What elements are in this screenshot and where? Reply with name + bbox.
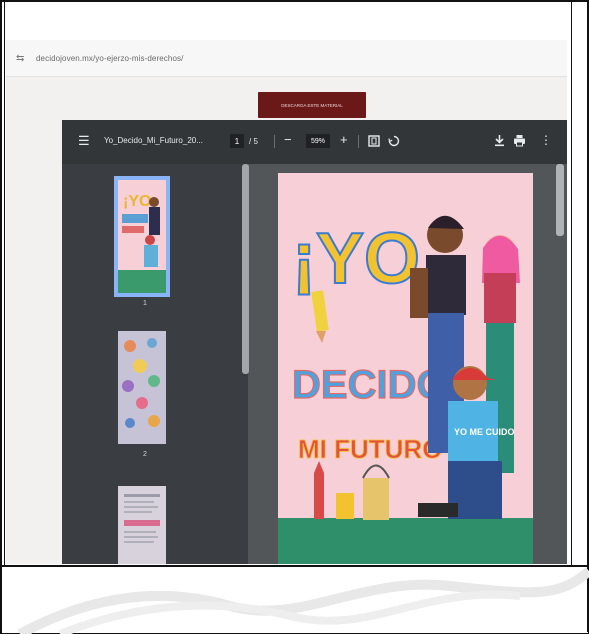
pdf-viewer: ☰ Yo_Decido_Mi_Futuro_20... 1 / 5 − 59% … (62, 120, 567, 564)
site-info-icon[interactable]: ⇆ (16, 53, 24, 64)
toolbar-divider (274, 135, 275, 148)
shirt-text: YO ME CUIDO (454, 427, 515, 437)
thumbnail-sidebar: ¡YO 1 2 (62, 164, 248, 564)
page-scrollbar[interactable] (556, 164, 564, 236)
thumbnail-page-3[interactable] (118, 486, 166, 564)
download-icon[interactable] (494, 134, 505, 147)
zoom-level-input[interactable]: 59% (306, 134, 330, 148)
frame-line-inner-right (571, 0, 572, 566)
pdf-page-cover: ¡YO DECIDO MI FUTURO YO ME CUIDO (278, 173, 533, 564)
sidebar-scrollbar[interactable] (242, 164, 249, 374)
rotate-icon[interactable] (388, 135, 400, 147)
frame-line-inner-left (4, 0, 5, 566)
thumbnail-label-2: 2 (143, 451, 147, 458)
more-vertical-icon[interactable]: ⋮ (540, 133, 552, 147)
thumbnail-page-1[interactable]: ¡YO (114, 176, 170, 297)
page-total: / 5 (249, 137, 258, 146)
download-material-button[interactable]: DESCARGA ESTE MATERIAL (258, 92, 366, 118)
frame-line-left (0, 0, 2, 634)
fit-page-icon[interactable] (368, 135, 380, 147)
page-number-input[interactable]: 1 (230, 134, 244, 148)
plus-icon[interactable]: + (340, 132, 348, 147)
frame-line-top (0, 0, 589, 2)
page-separator: / (249, 137, 252, 146)
cover-word-yo: ¡YO (292, 219, 420, 299)
cover-word-mi-futuro: MI FUTURO (298, 434, 442, 464)
address-bar[interactable]: ⇆ decidojoven.mx/yo-ejerzo-mis-derechos/ (6, 40, 567, 77)
decorative-background (17, 567, 589, 634)
menu-icon[interactable]: ☰ (78, 133, 90, 149)
thumbnail-page-2[interactable] (118, 331, 166, 444)
print-icon[interactable] (513, 134, 526, 147)
minus-icon[interactable]: − (284, 132, 292, 147)
thumbnail-label-1: 1 (143, 300, 147, 307)
cover-word-decido: DECIDO (292, 363, 448, 407)
pdf-toolbar: ☰ Yo_Decido_Mi_Futuro_20... 1 / 5 − 59% … (62, 120, 567, 164)
document-title: Yo_Decido_Mi_Futuro_20... (104, 136, 203, 145)
total-pages: 5 (253, 137, 258, 146)
url-text[interactable]: decidojoven.mx/yo-ejerzo-mis-derechos/ (36, 54, 183, 63)
svg-text:¡YO: ¡YO (123, 193, 151, 210)
browser-screenshot: ⇆ decidojoven.mx/yo-ejerzo-mis-derechos/… (6, 40, 567, 564)
toolbar-divider-2 (358, 135, 359, 148)
